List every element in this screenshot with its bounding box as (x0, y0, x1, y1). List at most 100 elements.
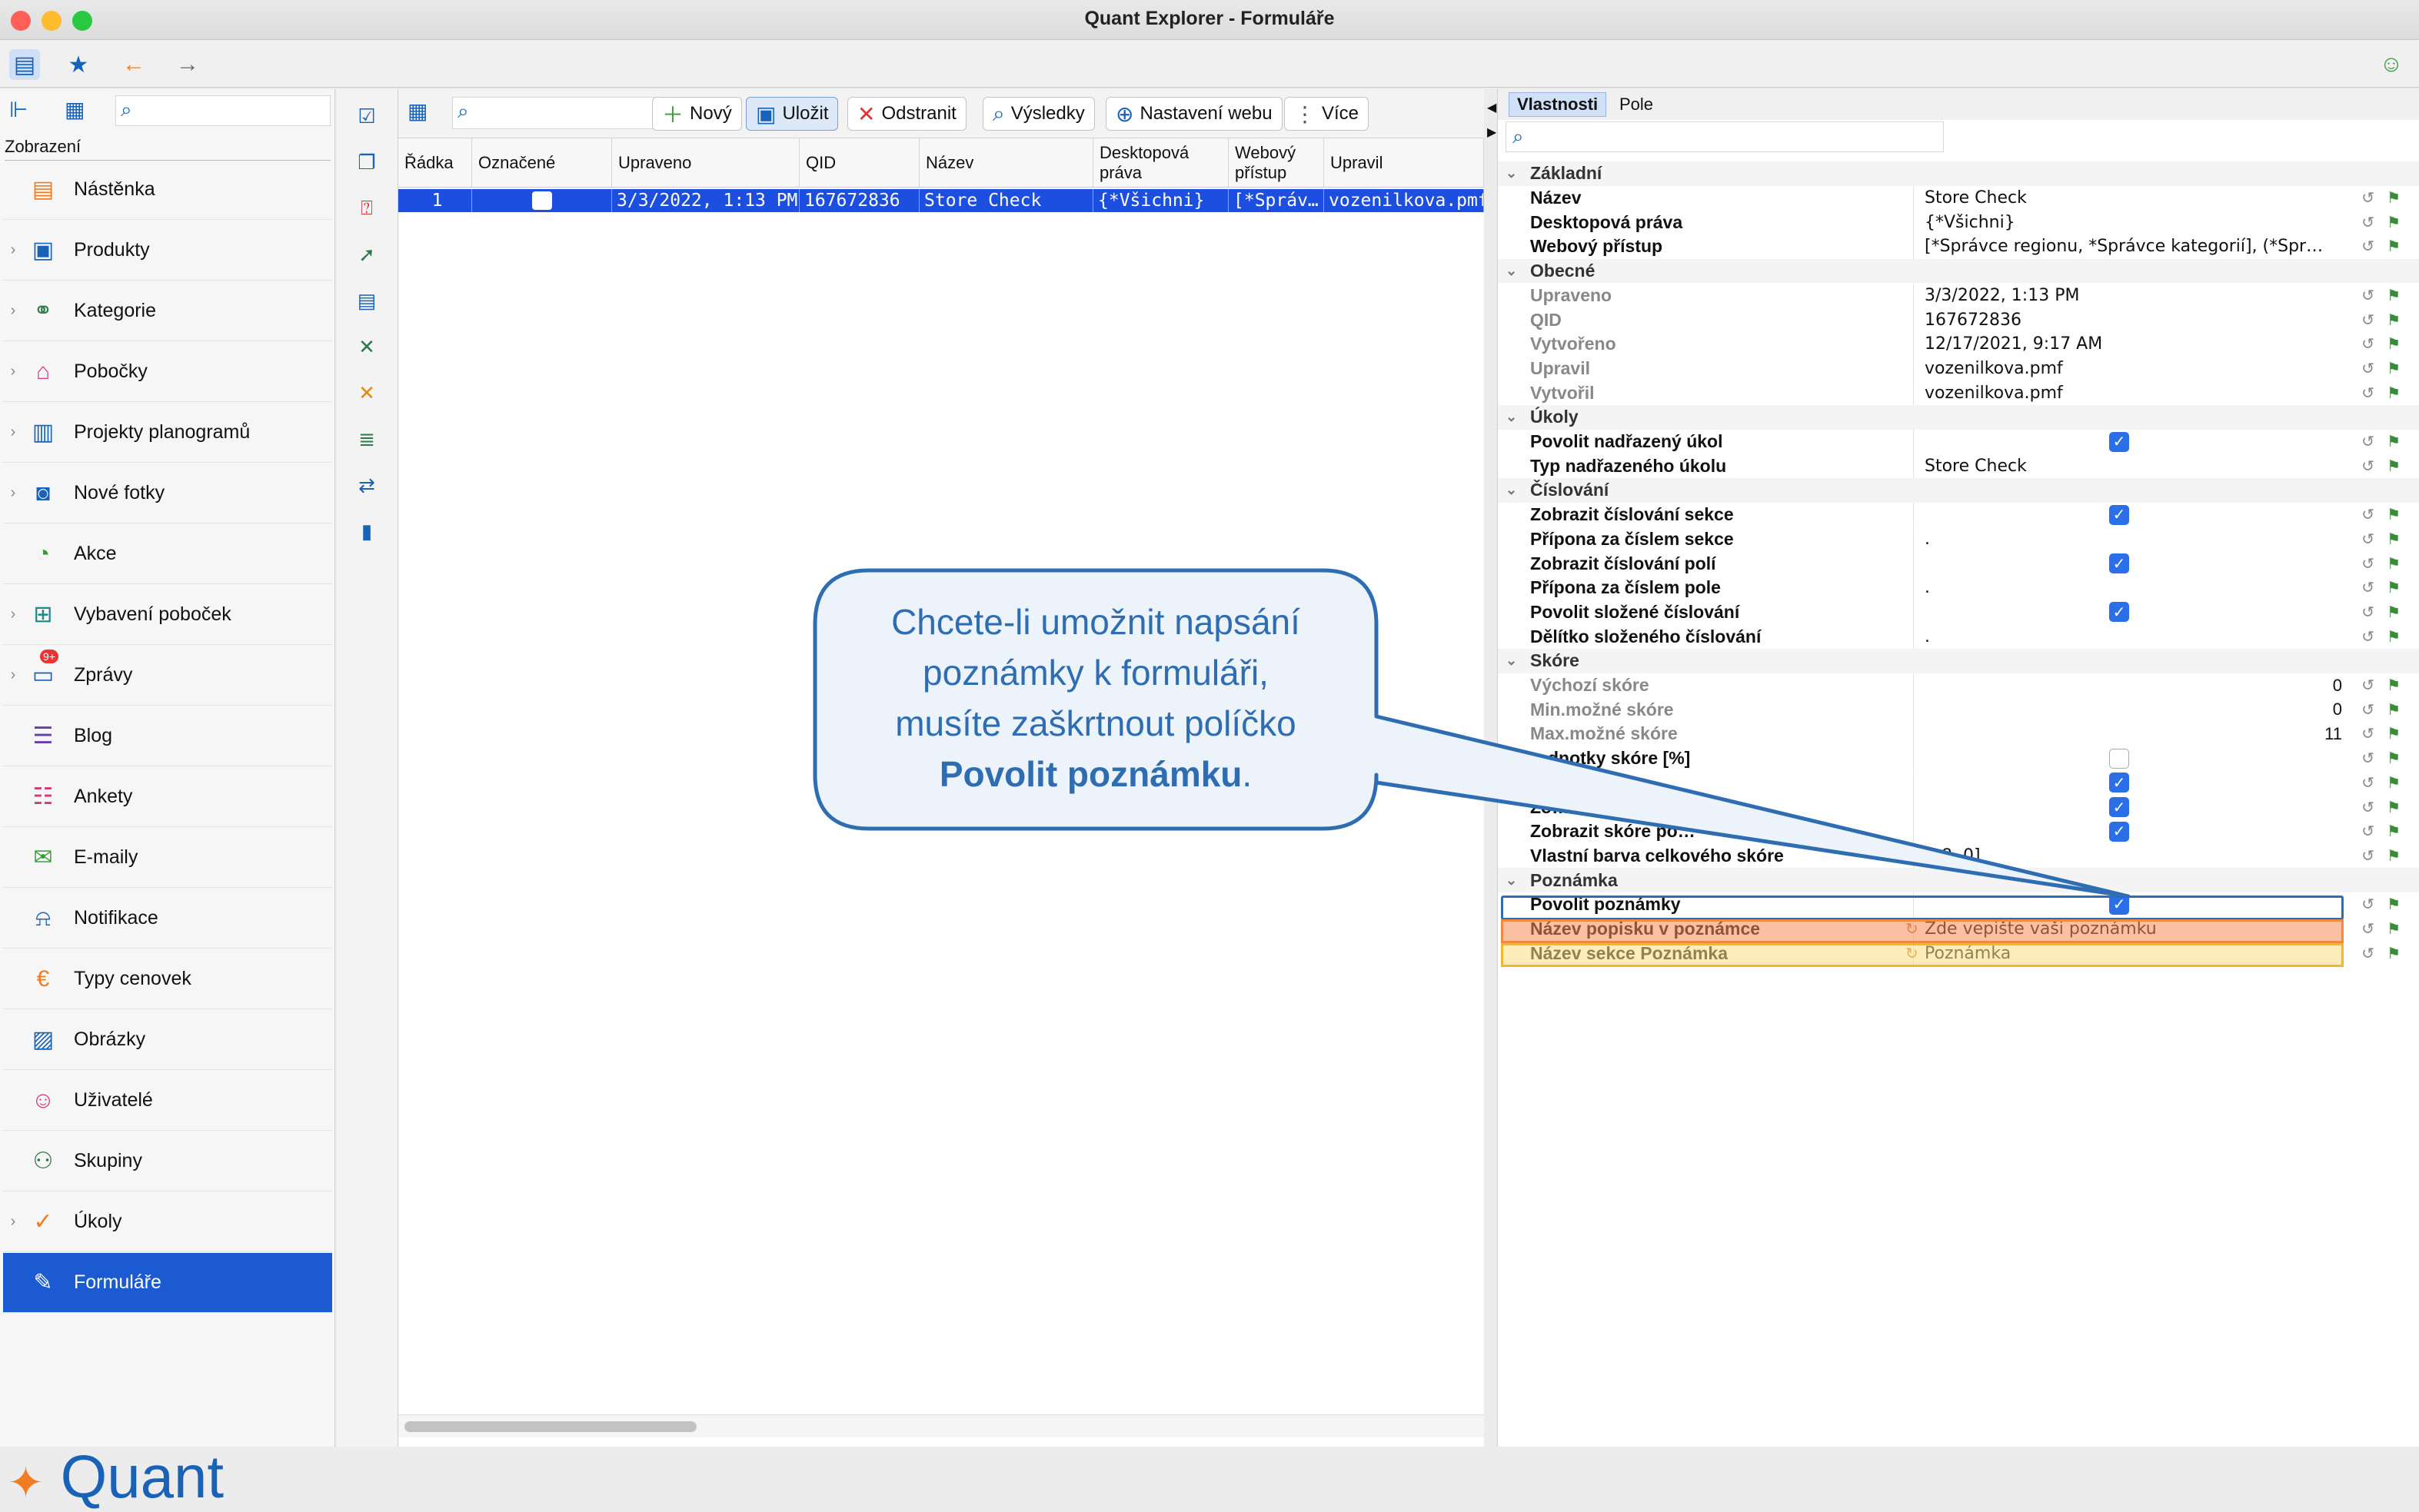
pin-icon[interactable]: ⚑ (2387, 846, 2401, 866)
chevron-right-icon[interactable]: › (3, 241, 23, 259)
sidebar-item-e-maily[interactable]: ✉ E-maily (3, 828, 332, 888)
prop-value[interactable]: …8, 0] (1925, 846, 1981, 866)
chevron-right-icon[interactable]: › (3, 484, 23, 502)
column-header[interactable]: Webový přístup (1229, 138, 1324, 188)
marked-checkbox[interactable] (532, 191, 552, 210)
pin-icon[interactable]: ⚑ (2387, 311, 2401, 330)
pin-icon[interactable]: ⚑ (2387, 505, 2401, 524)
prop-zob[interactable]: Zo… ✓ ↺ ⚑ (1498, 795, 2419, 819)
sidebar-item-akce[interactable]: ◔ Akce (3, 524, 332, 584)
reset-icon[interactable]: ↺ (2361, 432, 2374, 451)
group-cislovani[interactable]: ⌄ Číslování (1498, 478, 2419, 503)
prop-povolit-slozene[interactable]: Povolit složené číslování ✓ ↺ ⚑ (1498, 600, 2419, 625)
reset-icon[interactable]: ↺ (2361, 944, 2374, 963)
prop-value[interactable]: 167672836 (1925, 311, 2021, 330)
chevron-right-icon[interactable]: › (3, 424, 23, 441)
table-view-icon[interactable]: ▦ (65, 97, 85, 122)
pin-icon[interactable]: ⚑ (2387, 676, 2401, 695)
reset-icon[interactable]: ↺ (2361, 773, 2374, 793)
panel-splitter[interactable]: ◀ ▶ (1484, 89, 1498, 1447)
prop-min-skore[interactable]: Min.možné skóre 0 ↺ ⚑ (1498, 697, 2419, 723)
column-header[interactable]: Označené (472, 138, 612, 188)
prop-checkbox[interactable]: ✓ (2109, 821, 2129, 842)
pin-icon[interactable]: ⚑ (2387, 724, 2401, 743)
reset-icon[interactable]: ↺ (2361, 822, 2374, 841)
reset-icon[interactable]: ↺ (2361, 334, 2374, 354)
reset-icon[interactable]: ↺ (2361, 286, 2374, 305)
pin-icon[interactable]: ⚑ (2387, 700, 2401, 719)
prop-value[interactable]: . (1925, 530, 1930, 549)
collapse-left-icon[interactable]: ◀ (1487, 100, 1496, 115)
prop-value[interactable]: Store Check (1925, 188, 2027, 208)
reset-icon[interactable]: ↺ (2361, 457, 2374, 476)
web-settings-button[interactable]: ⊕ Nastavení webu (1106, 97, 1283, 131)
reset-icon[interactable]: ↺ (2361, 676, 2374, 695)
chevron-down-icon[interactable]: ⌄ (1506, 653, 1517, 669)
save-button[interactable]: ▣ Uložit (746, 97, 839, 131)
prop-upravil[interactable]: Upravil vozenilkova.pmf ↺ ⚑ (1498, 356, 2419, 381)
prop-qid[interactable]: QID 167672836 ↺ ⚑ (1498, 307, 2419, 332)
prop-pripona-sekce[interactable]: Přípona za číslem sekce. ↺ ⚑ (1498, 527, 2419, 552)
csv-icon[interactable]: ≣ (351, 423, 383, 455)
chevron-right-icon[interactable]: › (3, 302, 23, 320)
checklist-icon[interactable]: ☑ (351, 100, 383, 132)
reset-icon[interactable]: ↺ (2361, 554, 2374, 573)
pin-icon[interactable]: ⚑ (2387, 432, 2401, 451)
sidebar-item-nastenka[interactable]: ▤ Nástěnka (3, 160, 332, 220)
sidebar-item-obrazky[interactable]: ▨ Obrázky (3, 1010, 332, 1070)
back-arrow-icon[interactable]: ← (118, 49, 149, 80)
chevron-right-icon[interactable]: › (3, 606, 23, 623)
pin-icon[interactable]: ⚑ (2387, 749, 2401, 768)
tree-toggle-icon[interactable]: ⊩ (9, 97, 28, 122)
sidebar-item-notifikace[interactable]: ⍾ Notifikace (3, 889, 332, 949)
prop-value[interactable]: . (1925, 578, 1930, 597)
sidebar-item-kategorie[interactable]: › ⚭ Kategorie (3, 281, 332, 341)
pin-icon[interactable]: ⚑ (2387, 603, 2401, 622)
chevron-down-icon[interactable]: ⌄ (1506, 263, 1517, 279)
prop-upraveno[interactable]: Upraveno 3/3/2022, 1:13 PM ↺ ⚑ (1498, 283, 2419, 308)
prop-value[interactable]: 3/3/2022, 1:13 PM (1925, 286, 2079, 305)
horizontal-scrollbar[interactable] (398, 1414, 1484, 1437)
tab-pole[interactable]: Pole (1612, 92, 1661, 117)
reset-icon[interactable]: ↺ (2361, 530, 2374, 549)
sidebar-item-pobocky[interactable]: › ⌂ Pobočky (3, 342, 332, 402)
prop-desktop[interactable]: Desktopová práva {*Všichni} ↺ ⚑ (1498, 210, 2419, 235)
prop-zobrazit-cislovani-sekce[interactable]: Zobrazit číslování sekce ✓ ↺ ⚑ (1498, 502, 2419, 527)
table-row[interactable]: 1 3/3/2022, 1:13 PM 167672836 Store Chec… (398, 189, 1484, 212)
prop-delitko[interactable]: Dělítko složeného číslování. ↺ ⚑ (1498, 624, 2419, 649)
chevron-right-icon[interactable]: › (3, 1213, 23, 1231)
group-zakladni[interactable]: ⌄ Základní (1498, 161, 2419, 186)
results-button[interactable]: ⌕ Výsledky (983, 97, 1095, 131)
column-header[interactable]: Řádka (398, 138, 472, 188)
chevron-down-icon[interactable]: ⌄ (1506, 165, 1517, 181)
reset-icon[interactable]: ↺ (2361, 213, 2374, 232)
prop-checkbox[interactable]: ✓ (2109, 504, 2129, 525)
document-icon[interactable]: ▤ (351, 284, 383, 317)
sidebar-toggle-icon[interactable]: ▤ (9, 49, 40, 80)
pin-icon[interactable]: ⚑ (2387, 773, 2401, 793)
group-obecne[interactable]: ⌄ Obecné (1498, 258, 2419, 284)
column-header[interactable]: Upraveno (612, 138, 800, 188)
pin-icon[interactable]: ⚑ (2387, 359, 2401, 378)
reset-icon[interactable]: ↺ (2361, 700, 2374, 719)
excel-export-icon[interactable]: ✕ (351, 377, 383, 409)
prop-vlastni-barva[interactable]: Vlastní barva celkového skóre …8, 0] ↺ ⚑ (1498, 843, 2419, 869)
reset-icon[interactable]: ↺ (2361, 188, 2374, 208)
transfer-icon[interactable]: ⇄ (351, 469, 383, 501)
column-header[interactable]: Název (920, 138, 1093, 188)
prop-vychozi-skore[interactable]: Výchozí skóre 0 ↺ ⚑ (1498, 673, 2419, 698)
group-poznamka[interactable]: ⌄ Poznámka (1498, 868, 2419, 892)
bar-chart-icon[interactable]: ▮ (351, 515, 383, 547)
prop-jednotky[interactable]: …dnotky skóre [%] ↺ ⚑ (1498, 746, 2419, 771)
prop-celkove[interactable]: …kové skóre ✓ ↺ ⚑ (1498, 770, 2419, 796)
delete-button[interactable]: ✕ Odstranit (847, 97, 967, 131)
pin-icon[interactable]: ⚑ (2387, 798, 2401, 817)
prop-checkbox[interactable]: ✓ (2109, 553, 2129, 574)
group-ukoly[interactable]: ⌄ Úkoly (1498, 405, 2419, 430)
excel-import-icon[interactable]: ✕ (351, 331, 383, 363)
prop-typ-nadrazeneho[interactable]: Typ nadřazeného úkolu Store Check ↺ ⚑ (1498, 454, 2419, 479)
pin-icon[interactable]: ⚑ (2387, 944, 2401, 963)
pin-icon[interactable]: ⚑ (2387, 213, 2401, 232)
reset-icon[interactable]: ↺ (2361, 311, 2374, 330)
reset-icon[interactable]: ↺ (2361, 798, 2374, 817)
